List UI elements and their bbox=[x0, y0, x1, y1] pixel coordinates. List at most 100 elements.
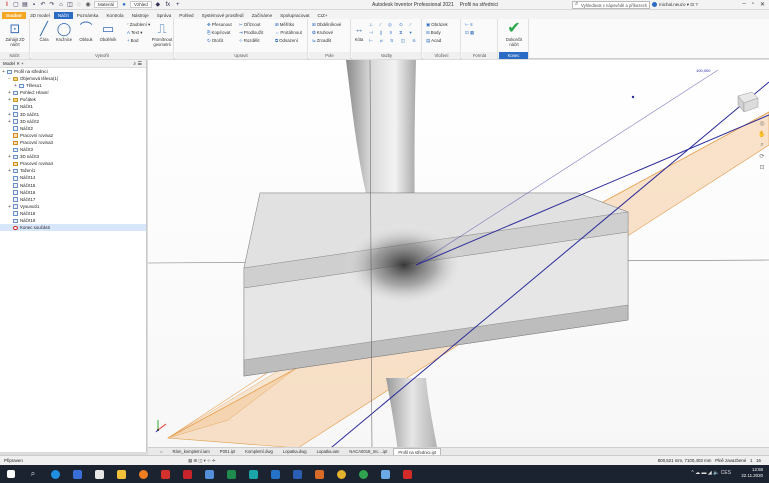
material-select[interactable]: Materiál bbox=[94, 1, 119, 8]
tree-item[interactable]: Náčrt2 bbox=[0, 125, 146, 132]
circle-button[interactable]: ◯ Kružnice bbox=[53, 21, 75, 42]
cart-icon[interactable]: ⊡ bbox=[690, 2, 694, 7]
tree-item[interactable]: Konec součásti bbox=[0, 224, 146, 232]
rotate-button[interactable]: ↻Otočit bbox=[207, 38, 223, 44]
constraint-icons-row1[interactable]: ⊥ ∕ ◎ ⊙ ⁄ bbox=[369, 22, 414, 28]
constraint-icons-row3[interactable]: ⊢ ⌀ ↯ ◫ ≋ bbox=[369, 38, 419, 44]
model-canvas[interactable]: 100,000 bbox=[148, 60, 769, 452]
project-geometry-button[interactable]: ⎍ Promítnout geometrii bbox=[149, 21, 175, 47]
offset-button[interactable]: ⧉Odsazení bbox=[275, 38, 298, 44]
document-tab[interactable]: Lopatka.dwg bbox=[279, 448, 311, 455]
stretch-button[interactable]: ⇔Protáhnout bbox=[275, 30, 302, 36]
tab-10[interactable]: Spolupracovat bbox=[276, 12, 313, 19]
dimension-button[interactable]: ↔ Kóta bbox=[352, 21, 366, 42]
app-red-icon[interactable] bbox=[176, 465, 198, 483]
save-icon[interactable]: ▪ bbox=[31, 2, 37, 8]
browser-title[interactable]: Model bbox=[3, 61, 15, 66]
mirror-button[interactable]: ⇋Zrcadlit bbox=[312, 38, 331, 44]
insert-points-button[interactable]: ⊟Body bbox=[426, 30, 441, 36]
sketch-point[interactable] bbox=[631, 95, 635, 99]
document-tab[interactable]: Rám_kompletní.iam bbox=[169, 448, 214, 455]
tree-item[interactable]: +3D náčrt3 bbox=[0, 153, 146, 160]
edge-browser-icon[interactable] bbox=[44, 465, 66, 483]
menu-icon[interactable]: ☰ bbox=[138, 61, 142, 67]
powerpoint-icon[interactable] bbox=[308, 465, 330, 483]
open-file-icon[interactable]: ▤ bbox=[22, 2, 28, 8]
tree-item[interactable]: Pracovní rovina2 bbox=[0, 132, 146, 139]
tree-item[interactable]: + Profil na střednici bbox=[0, 68, 146, 75]
copy-button[interactable]: ⎘Kopírovat bbox=[207, 30, 230, 36]
search-icon[interactable]: ⌕ bbox=[133, 61, 136, 67]
tree-item[interactable]: Náčrt18 bbox=[0, 210, 146, 217]
document-tab[interactable]: Lopatka.iam bbox=[313, 448, 344, 455]
tab-6[interactable]: Správa bbox=[153, 12, 176, 19]
word-icon[interactable] bbox=[286, 465, 308, 483]
excel-icon[interactable] bbox=[220, 465, 242, 483]
appearance-select[interactable]: Vzhled bbox=[130, 1, 152, 8]
full-navigation-wheel-icon[interactable]: ◎ bbox=[759, 120, 764, 127]
add-icon[interactable]: + bbox=[21, 61, 24, 66]
document-tab[interactable]: Kompletní.dwg bbox=[241, 448, 277, 455]
fx-icon[interactable]: fx bbox=[164, 2, 172, 8]
tab-0[interactable]: Soubor bbox=[2, 12, 27, 19]
graphics-viewport[interactable]: 100,000 ◎ ✋ ⌕ ⟳ ⊡ bbox=[148, 60, 769, 452]
undo-icon[interactable]: ↶ bbox=[40, 2, 46, 8]
tree-item[interactable]: − Objemová tělesa(1) bbox=[0, 75, 146, 82]
chrome-icon[interactable] bbox=[330, 465, 352, 483]
plus-icon[interactable]: + bbox=[175, 2, 181, 8]
text-button[interactable]: AText ▾ bbox=[127, 30, 142, 36]
select-icon[interactable]: ◫ bbox=[67, 2, 73, 8]
scale-button[interactable]: ⊞Měřítko bbox=[275, 22, 294, 28]
rect-pattern-button[interactable]: ⊞Obdélníkové bbox=[312, 22, 341, 28]
app-redblock-icon[interactable] bbox=[396, 465, 418, 483]
tree-item[interactable]: Náčrt14 bbox=[0, 174, 146, 181]
store-icon[interactable] bbox=[88, 465, 110, 483]
fillet-button[interactable]: ◜Zaoblení ▾ bbox=[127, 22, 150, 28]
document-tab[interactable]: P001.ipt bbox=[216, 448, 239, 455]
insert-image-button[interactable]: ▣Obrázek bbox=[426, 22, 448, 28]
tree-item[interactable]: Náčrt19 bbox=[0, 217, 146, 224]
tree-item[interactable]: + Tažení1 bbox=[0, 167, 146, 174]
help-search-input[interactable]: Vyhledávat v nápovědě a příkazech bbox=[572, 1, 650, 9]
adjust-icon[interactable]: ◆ bbox=[155, 2, 161, 8]
zoom-icon[interactable]: ⌕ bbox=[760, 142, 763, 149]
line-button[interactable]: ╱ Čára bbox=[33, 21, 55, 42]
tree-item[interactable]: Náčrt16 bbox=[0, 189, 146, 196]
tree-item[interactable]: Pracovní rovina4 bbox=[0, 160, 146, 167]
tree-item[interactable]: Náčrt17 bbox=[0, 196, 146, 203]
tree-item[interactable]: Náčrt3 bbox=[0, 146, 146, 153]
app-blue-icon[interactable] bbox=[374, 465, 396, 483]
move-button[interactable]: ✥Přesunout bbox=[207, 22, 232, 28]
outlook-icon[interactable] bbox=[264, 465, 286, 483]
document-tab[interactable]: NACA0018_Inc....ipt bbox=[345, 448, 391, 455]
redo-icon[interactable]: ↷ bbox=[49, 2, 55, 8]
minimize-icon[interactable]: – bbox=[742, 1, 745, 8]
tree-item[interactable]: + Vysunutí1 bbox=[0, 203, 146, 210]
format-construction-button[interactable]: ⊡ ▦ bbox=[465, 30, 474, 36]
task-view-icon[interactable] bbox=[66, 465, 88, 483]
tree-item[interactable]: +3D náčrt2 bbox=[0, 118, 146, 125]
tray-icons[interactable]: ^ ☁ ▬ ◢ 🔈 CES bbox=[691, 470, 731, 476]
split-button[interactable]: ⊹Rozdělit bbox=[239, 38, 260, 44]
app-orange-icon[interactable] bbox=[132, 465, 154, 483]
tab-2[interactable]: Náčrt bbox=[53, 12, 73, 19]
clock-date[interactable]: 22.11.2020 bbox=[741, 473, 763, 479]
home-icon[interactable]: ⌂ bbox=[58, 2, 64, 8]
help-button[interactable]: ? bbox=[695, 2, 698, 7]
tab-4[interactable]: Kontrola bbox=[102, 12, 127, 19]
home-tab-icon[interactable]: ⌂ bbox=[156, 448, 167, 455]
extend-button[interactable]: ⇥Prodloužit bbox=[239, 30, 263, 36]
tree-item[interactable]: +3D náčrt1 bbox=[0, 111, 146, 118]
format-line-button[interactable]: ⊢ ≡ bbox=[465, 22, 473, 28]
arc-button[interactable]: ⌒ Oblouk bbox=[75, 21, 97, 42]
tab-9[interactable]: Začínáme bbox=[248, 12, 276, 19]
pan-icon[interactable]: ✋ bbox=[758, 131, 765, 138]
trim-button[interactable]: ✂Oříznout bbox=[239, 22, 261, 28]
start-2d-sketch-button[interactable]: ⊡ Zahájit 2D náčrt bbox=[4, 21, 26, 47]
app-green-icon[interactable] bbox=[352, 465, 374, 483]
rectangle-button[interactable]: ▭ Obdélník bbox=[97, 21, 119, 42]
tree-item[interactable]: + Počátek bbox=[0, 96, 146, 103]
inventor-icon[interactable] bbox=[198, 465, 220, 483]
look-at-icon[interactable]: ⊡ bbox=[759, 164, 764, 171]
insert-acad-button[interactable]: ▤Acad bbox=[426, 38, 441, 44]
